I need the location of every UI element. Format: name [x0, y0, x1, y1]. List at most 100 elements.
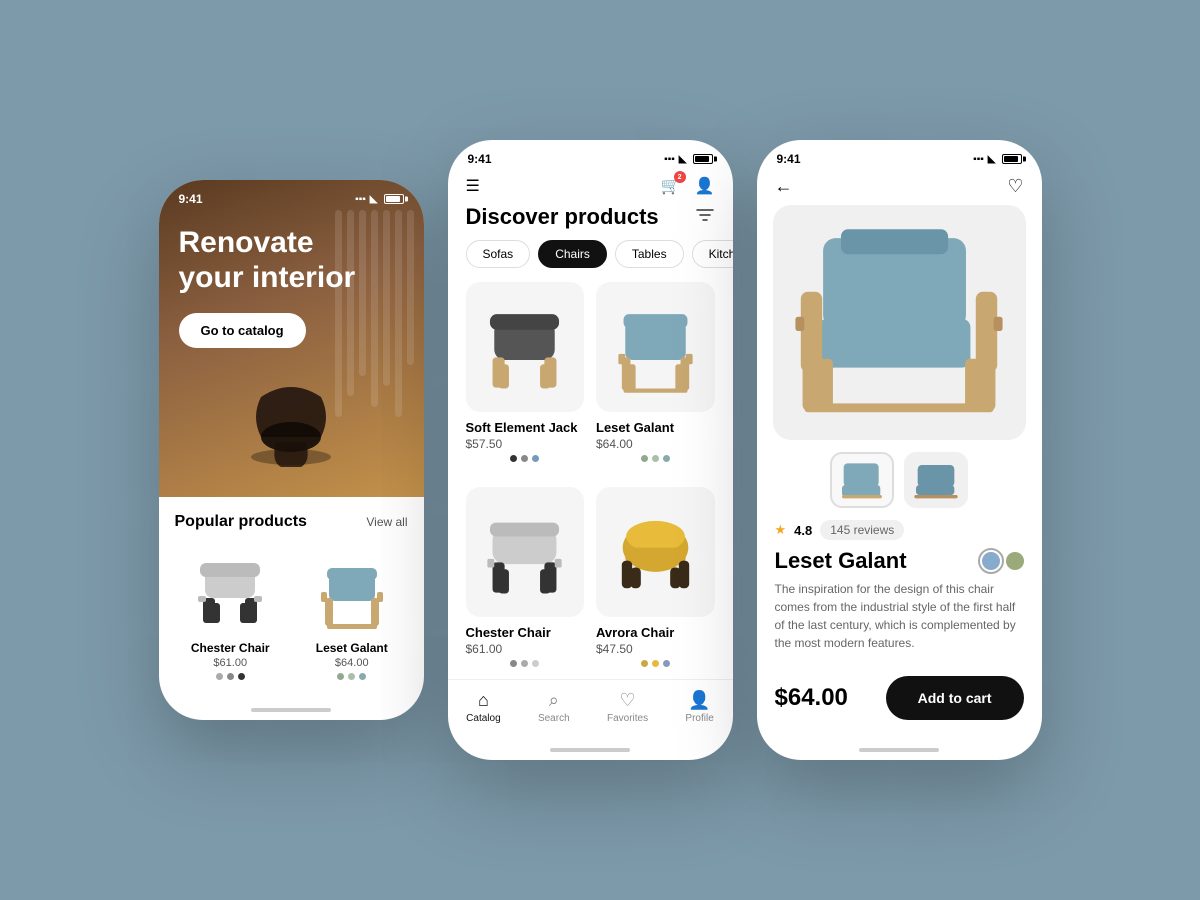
nav-catalog[interactable]: ⌂ Catalog: [466, 690, 500, 724]
nav-catalog-label: Catalog: [466, 713, 500, 724]
home-indicator-3: [757, 740, 1042, 760]
nav-profile-label: Profile: [685, 713, 713, 724]
rating-row: ★ 4.8 145 reviews: [757, 520, 1042, 548]
leset-galant-price-2: $64.00: [596, 437, 715, 451]
status-bar-2: 9:41 ▪▪▪ ◣: [448, 140, 733, 170]
avrora-chair-price: $47.50: [596, 642, 715, 656]
phone-3-detail: 9:41 ▪▪▪ ◣ ← ♡: [757, 140, 1042, 760]
detail-header: ← ♡: [757, 170, 1042, 205]
chester-colors-2: [466, 660, 585, 667]
nav-favorites[interactable]: ♡ Favorites: [607, 690, 648, 724]
buy-row: $64.00 Add to cart: [757, 664, 1042, 740]
category-pills: Sofas Chairs Tables Kitchen: [448, 240, 733, 282]
popular-product-chester[interactable]: Chester Chair $61.00: [175, 545, 287, 680]
nav-search[interactable]: ⌕ Search: [538, 690, 570, 724]
page-title: Discover products: [466, 204, 659, 230]
leset-galant-image-2: [596, 282, 715, 412]
color-olive[interactable]: [1006, 552, 1024, 570]
product-chester-chair[interactable]: Chester Chair $61.00: [466, 487, 585, 680]
battery-icon: [384, 194, 404, 204]
soft-element-jack-name: Soft Element Jack: [466, 420, 585, 435]
battery-icon-2: [693, 154, 713, 164]
nav-icons: 🛒 2 👤: [661, 176, 715, 196]
page-title-row: Discover products: [448, 204, 733, 240]
popular-title: Popular products: [175, 513, 307, 531]
product-description: The inspiration for the design of this c…: [757, 580, 1042, 664]
products-grid: Soft Element Jack $57.50: [448, 282, 733, 679]
leset-galant-name-2: Leset Galant: [596, 420, 715, 435]
status-icons-1: ▪▪▪ ◣: [355, 194, 403, 205]
signal-icon-2: ▪▪▪: [664, 154, 675, 165]
category-tables[interactable]: Tables: [615, 240, 684, 268]
top-nav-2: ☰ 🛒 2 👤: [448, 170, 733, 204]
review-count: 145 reviews: [820, 520, 904, 540]
user-icon: 👤: [688, 690, 710, 711]
add-to-cart-button[interactable]: Add to cart: [886, 676, 1024, 720]
wishlist-button[interactable]: ♡: [1007, 176, 1023, 197]
category-kitchen[interactable]: Kitchen: [692, 240, 733, 268]
avrora-chair-name: Avrora Chair: [596, 625, 715, 640]
search-icon: ⌕: [549, 690, 559, 711]
signal-icon-3: ▪▪▪: [973, 154, 984, 165]
soft-element-jack-price: $57.50: [466, 437, 585, 451]
wifi-icon-2: ◣: [679, 154, 687, 165]
status-bar-3: 9:41 ▪▪▪ ◣: [757, 140, 1042, 170]
product-soft-element-jack[interactable]: Soft Element Jack $57.50: [466, 282, 585, 475]
phone-1-home: 9:41 ▪▪▪ ◣ Renovat: [159, 180, 424, 720]
leset-color-options: [296, 673, 408, 680]
status-icons-3: ▪▪▪ ◣: [973, 154, 1021, 165]
leset-colors-2: [596, 455, 715, 462]
time-1: 9:41: [179, 192, 203, 206]
popular-header: Popular products View all: [175, 513, 408, 531]
product-leset-galant[interactable]: Leset Galant $64.00: [596, 282, 715, 475]
time-2: 9:41: [468, 152, 492, 166]
chester-chair-name-2: Chester Chair: [466, 625, 585, 640]
chester-chair-price-2: $61.00: [466, 642, 585, 656]
bottom-nav: ⌂ Catalog ⌕ Search ♡ Favorites 👤 Profile: [448, 679, 733, 740]
wifi-icon: ◣: [370, 194, 378, 205]
category-chairs[interactable]: Chairs: [538, 240, 607, 268]
hamburger-menu[interactable]: ☰: [466, 176, 480, 196]
home-indicator-1: [159, 700, 424, 720]
thumb-1[interactable]: [830, 452, 894, 508]
home-indicator-2: [448, 740, 733, 760]
chester-color-options: [175, 673, 287, 680]
product-color-options: [982, 552, 1024, 570]
wifi-icon-3: ◣: [988, 154, 996, 165]
back-button[interactable]: ←: [775, 176, 793, 197]
chester-chair-image-2: [466, 487, 585, 617]
product-hero-image: [773, 205, 1026, 440]
leset-galant-price: $64.00: [296, 657, 408, 669]
cart-icon-wrap[interactable]: 🛒 2: [661, 176, 681, 196]
category-sofas[interactable]: Sofas: [466, 240, 531, 268]
status-bar-1: 9:41 ▪▪▪ ◣: [159, 180, 424, 210]
detail-price: $64.00: [775, 684, 848, 712]
signal-icon: ▪▪▪: [355, 194, 366, 205]
profile-icon[interactable]: 👤: [695, 176, 715, 196]
color-blue[interactable]: [982, 552, 1000, 570]
hero-chair-image: [231, 367, 351, 477]
chester-chair-image: [175, 545, 287, 635]
avrora-chair-image: [596, 487, 715, 617]
go-to-catalog-button[interactable]: Go to catalog: [179, 313, 306, 348]
popular-products-grid: Chester Chair $61.00: [175, 545, 408, 680]
leset-galant-image: [296, 545, 408, 635]
nav-favorites-label: Favorites: [607, 713, 648, 724]
star-icon: ★: [775, 522, 787, 538]
status-icons-2: ▪▪▪ ◣: [664, 154, 712, 165]
filter-button[interactable]: [695, 207, 715, 228]
nav-profile[interactable]: 👤 Profile: [685, 690, 713, 724]
leset-galant-name: Leset Galant: [296, 641, 408, 655]
phone-2-listing: 9:41 ▪▪▪ ◣ ☰ 🛒 2 👤 Discover pro: [448, 140, 733, 760]
chester-chair-name: Chester Chair: [175, 641, 287, 655]
view-all-link[interactable]: View all: [366, 515, 407, 529]
battery-icon-3: [1002, 154, 1022, 164]
popular-product-leset[interactable]: Leset Galant $64.00: [296, 545, 408, 680]
nav-search-label: Search: [538, 713, 570, 724]
chester-chair-price: $61.00: [175, 657, 287, 669]
avrora-colors: [596, 660, 715, 667]
soft-jack-colors: [466, 455, 585, 462]
product-detail-name: Leset Galant: [775, 548, 907, 574]
product-avrora-chair[interactable]: Avrora Chair $47.50: [596, 487, 715, 680]
thumb-2[interactable]: [904, 452, 968, 508]
